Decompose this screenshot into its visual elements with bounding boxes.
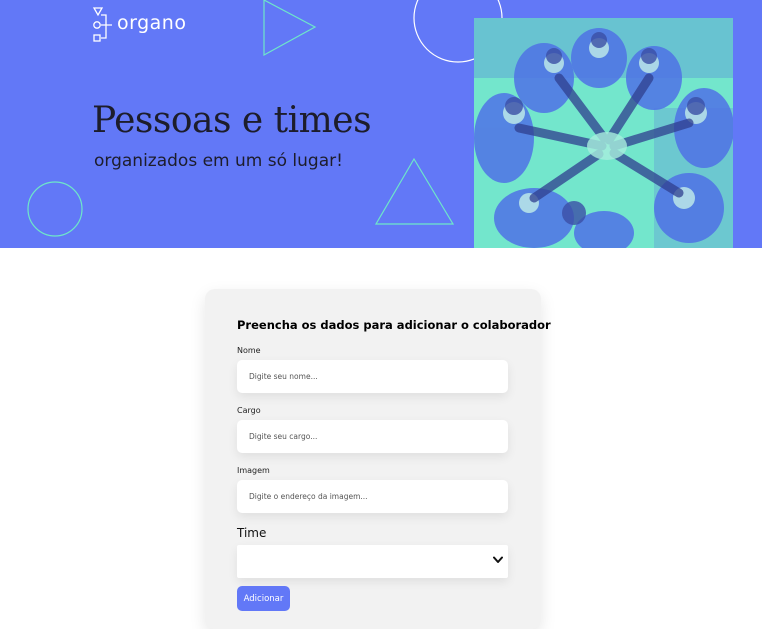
organo-logo-icon	[92, 7, 112, 42]
image-url-input[interactable]	[237, 480, 508, 513]
page-headline: Pessoas e times	[92, 100, 372, 141]
chevron-down-icon	[493, 556, 503, 563]
form-title: Preencha os dados para adicionar o colab…	[237, 318, 551, 332]
team-hands-illustration	[474, 18, 733, 248]
team-photo	[474, 18, 733, 248]
team-label: Time	[237, 526, 267, 540]
name-input[interactable]	[237, 360, 508, 393]
add-collaborator-form: Preencha os dados para adicionar o colab…	[205, 289, 551, 629]
page-subheadline: organizados em um só lugar!	[94, 151, 343, 171]
role-input[interactable]	[237, 420, 508, 453]
triangle-outline-bottom-decoration	[374, 157, 455, 225]
organo-logo[interactable]: organo	[92, 6, 186, 44]
name-label: Nome	[237, 346, 261, 355]
logo-text: organo	[117, 12, 187, 34]
add-button[interactable]: Adicionar	[237, 586, 290, 611]
triangle-outline-top-decoration	[263, 0, 317, 57]
role-label: Cargo	[237, 406, 261, 415]
image-label: Imagem	[237, 466, 270, 475]
banner: organo Pessoas e times organizados em um…	[0, 0, 762, 248]
circle-outline-bottom-decoration	[27, 181, 83, 237]
team-select[interactable]	[237, 545, 508, 578]
